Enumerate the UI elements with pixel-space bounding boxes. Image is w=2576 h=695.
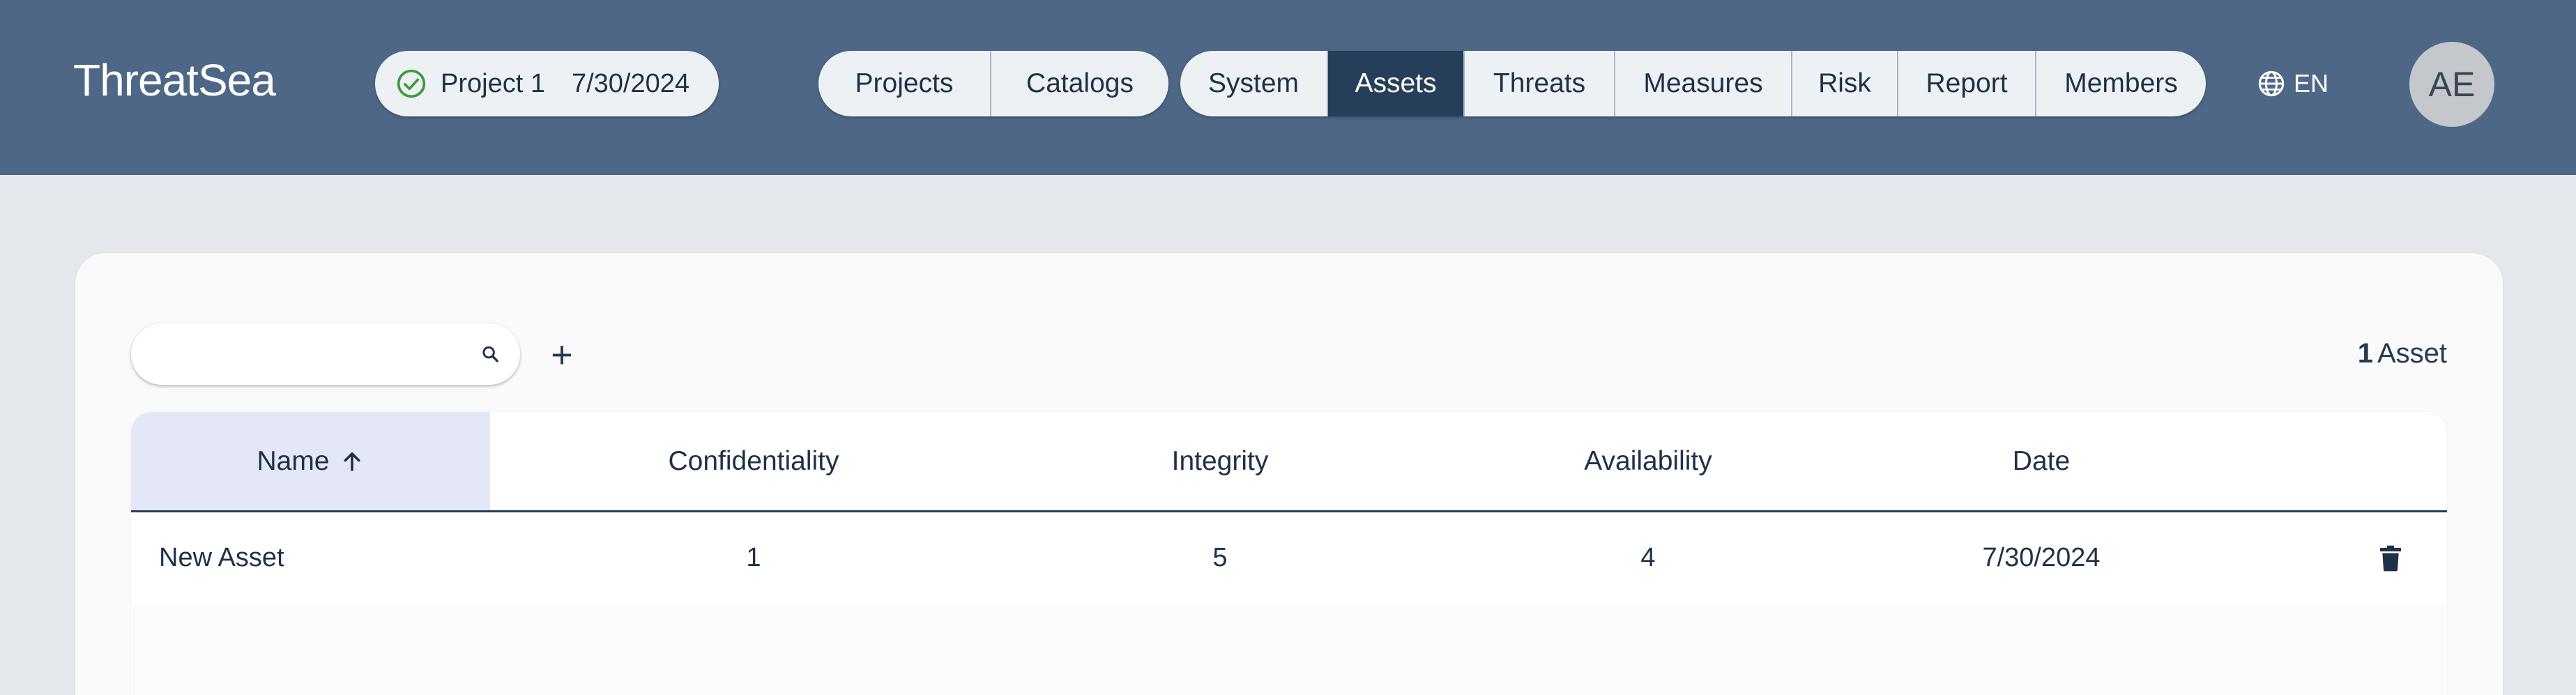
tab-projects[interactable]: Projects	[818, 51, 991, 116]
plus-icon: +	[551, 334, 573, 376]
assets-table: Name Confidentiality Integrity Availabil…	[131, 412, 2447, 695]
app-header: ThreatSea Project 1 7/30/2024 Projects C…	[0, 0, 2576, 175]
language-selector[interactable]: EN	[2257, 67, 2329, 100]
asset-count-label: Asset	[2377, 338, 2447, 369]
column-header-date[interactable]: Date	[1866, 412, 2217, 510]
project-date: 7/30/2024	[571, 68, 690, 98]
add-asset-button[interactable]: +	[542, 335, 581, 374]
asset-count: 1 Asset	[2358, 338, 2447, 369]
search-icon[interactable]	[480, 340, 501, 368]
column-header-availability[interactable]: Availability	[1472, 412, 1824, 510]
tab-system[interactable]: System	[1180, 51, 1328, 116]
search-input[interactable]	[131, 323, 480, 385]
column-header-confidentiality[interactable]: Confidentiality	[578, 412, 929, 510]
cell-name: New Asset	[159, 543, 284, 572]
tab-members[interactable]: Members	[2036, 51, 2206, 116]
language-label: EN	[2294, 69, 2329, 98]
cell-confidentiality: 1	[746, 543, 761, 572]
globe-icon	[2258, 70, 2285, 97]
tab-threats[interactable]: Threats	[1465, 51, 1615, 116]
column-header-integrity[interactable]: Integrity	[1044, 412, 1396, 510]
tab-catalogs[interactable]: Catalogs	[991, 51, 1168, 116]
tab-report[interactable]: Report	[1898, 51, 2036, 116]
column-header-label: Name	[257, 445, 330, 476]
assets-card: + 1 Asset Name Confidentiality Integrity …	[75, 253, 2503, 695]
tab-measures[interactable]: Measures	[1615, 51, 1792, 116]
cell-availability: 4	[1640, 543, 1656, 572]
column-header-name[interactable]: Name	[131, 412, 490, 510]
check-circle-icon	[397, 69, 426, 98]
tab-assets[interactable]: Assets	[1328, 51, 1465, 116]
cell-integrity: 5	[1212, 543, 1228, 572]
nav-group-global: Projects Catalogs	[818, 51, 1168, 116]
app-logo[interactable]: ThreatSea	[73, 49, 276, 112]
project-name: Project 1	[441, 68, 545, 98]
asset-count-number: 1	[2357, 338, 2373, 369]
delete-asset-button[interactable]	[2366, 512, 2415, 604]
user-avatar[interactable]: AE	[2409, 42, 2494, 127]
table-header: Name Confidentiality Integrity Availabil…	[131, 412, 2447, 512]
search-box	[131, 323, 520, 385]
nav-group-project: System Assets Threats Measures Risk Repo…	[1180, 51, 2206, 116]
cell-date: 7/30/2024	[1982, 543, 2101, 572]
table-row[interactable]: New Asset 1 5 4 7/30/2024	[131, 512, 2447, 604]
tab-risk[interactable]: Risk	[1792, 51, 1898, 116]
arrow-up-icon	[343, 452, 360, 471]
project-indicator[interactable]: Project 1 7/30/2024	[375, 51, 719, 116]
trash-icon	[2380, 545, 2401, 571]
